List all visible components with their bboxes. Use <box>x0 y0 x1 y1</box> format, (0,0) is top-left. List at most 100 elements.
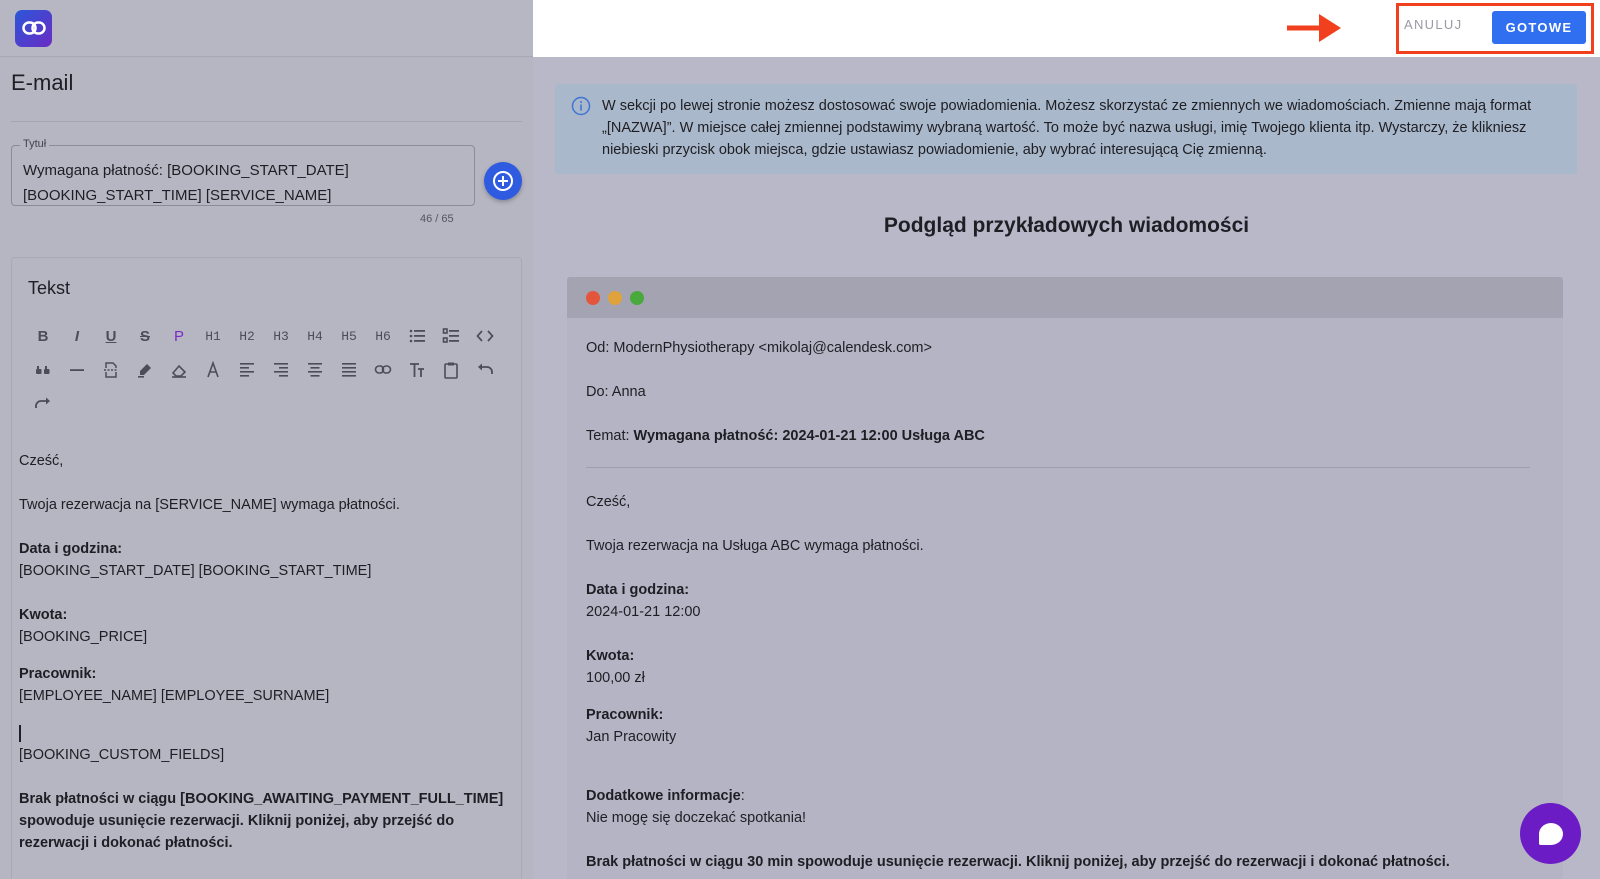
heading3-button[interactable]: H3 <box>264 322 298 350</box>
align-justify-button[interactable] <box>332 356 366 384</box>
numbered-list-icon <box>442 328 459 343</box>
divider <box>586 467 1530 468</box>
heading6-icon: H6 <box>375 328 391 344</box>
maximize-dot-icon <box>630 290 644 305</box>
heading4-icon: H4 <box>307 328 323 344</box>
message-editor[interactable]: Cześć, Twoja rezerwacja na [SERVICE_NAME… <box>19 450 514 854</box>
bold-button[interactable]: B <box>26 322 60 350</box>
extra-label: Dodatkowe informacje <box>586 788 741 804</box>
editor-line: [EMPLOYEE_NAME] [EMPLOYEE_SURNAME] <box>19 688 330 704</box>
link-button[interactable] <box>366 356 400 384</box>
email-line: 2024-01-21 12:00 <box>586 604 701 620</box>
font-size-icon <box>410 363 424 377</box>
bullet-list-button[interactable] <box>400 322 434 350</box>
paste-button[interactable] <box>434 356 468 384</box>
heading1-button[interactable]: H1 <box>196 322 230 350</box>
character-counter: 46 / 65 <box>420 213 454 225</box>
page-break-icon <box>104 362 118 378</box>
heading2-button[interactable]: H2 <box>230 322 264 350</box>
panel-title: E-mail <box>11 70 74 95</box>
heading5-button[interactable]: H5 <box>332 322 366 350</box>
email-line: Twoja rezerwacja na Usługa ABC wymaga pł… <box>586 538 924 554</box>
editor-line: Kwota: <box>19 607 68 623</box>
subject-label: Temat: <box>586 428 634 444</box>
arrow-right-icon <box>1287 14 1341 42</box>
toolbar-row <box>26 390 60 418</box>
editor-line: Cześć, <box>19 453 64 469</box>
app-header <box>0 0 533 57</box>
align-left-icon <box>240 363 254 377</box>
title-value-line: Wymagana płatność: [BOOKING_START_DATE] <box>23 162 349 179</box>
window-bar <box>567 277 1563 318</box>
title-field[interactable]: Tytuł Wymagana płatność: [BOOKING_START_… <box>11 138 475 208</box>
eraser-icon <box>171 364 187 378</box>
underline-button[interactable]: U <box>94 322 128 350</box>
email-from: Od: ModernPhysiotherapy <mikolaj@calende… <box>586 340 932 356</box>
code-button[interactable] <box>468 322 502 350</box>
heading2-icon: H2 <box>239 328 255 344</box>
minimize-dot-icon <box>608 290 622 305</box>
page-break-button[interactable] <box>94 356 128 384</box>
align-center-icon <box>308 363 322 377</box>
heading1-icon: H1 <box>205 328 221 344</box>
email-subject: Temat: Wymagana płatność: 2024-01-21 12:… <box>586 425 1546 447</box>
heading6-button[interactable]: H6 <box>366 322 400 350</box>
title-value-line: [BOOKING_START_TIME] [SERVICE_NAME] <box>23 187 332 204</box>
heading4-button[interactable]: H4 <box>298 322 332 350</box>
editor-panel: E-mail Tytuł Wymagana płatność: [BOOKING… <box>0 0 533 879</box>
email-line: 100,00 zł <box>586 670 645 686</box>
text-color-icon <box>207 361 219 378</box>
email-line: Brak płatności w ciągu 30 min spowoduje … <box>586 854 1450 870</box>
app-logo[interactable] <box>15 9 52 47</box>
align-center-button[interactable] <box>298 356 332 384</box>
italic-button[interactable]: I <box>60 322 94 350</box>
paragraph-button[interactable]: P <box>162 322 196 350</box>
text-cursor <box>19 725 21 742</box>
highlight-button[interactable] <box>128 356 162 384</box>
redo-button[interactable] <box>26 390 60 418</box>
strikethrough-button[interactable]: S <box>128 322 162 350</box>
align-left-button[interactable] <box>230 356 264 384</box>
horizontal-rule-button[interactable] <box>60 356 94 384</box>
email-body: Od: ModernPhysiotherapy <mikolaj@calende… <box>586 337 1546 873</box>
email-line: Kwota: <box>586 648 635 664</box>
add-variable-button[interactable] <box>484 162 522 200</box>
cancel-button[interactable]: ANULUJ <box>1404 17 1476 39</box>
numbered-list-button[interactable] <box>434 322 468 350</box>
undo-button[interactable] <box>468 356 502 384</box>
divider <box>11 121 522 122</box>
subject-value: Wymagana płatność: 2024-01-21 12:00 Usłu… <box>633 428 985 444</box>
code-icon <box>476 330 494 342</box>
undo-icon <box>478 363 493 374</box>
quote-icon <box>36 366 50 374</box>
title-field-value[interactable]: Wymagana płatność: [BOOKING_START_DATE] … <box>12 146 474 208</box>
email-preview-card: Od: ModernPhysiotherapy <mikolaj@calende… <box>567 277 1563 879</box>
clipboard-icon <box>444 362 458 379</box>
editor-line: Pracownik: <box>19 666 97 682</box>
chat-button[interactable] <box>1520 803 1581 864</box>
clear-format-button[interactable] <box>162 356 196 384</box>
email-to: Do: Anna <box>586 384 646 400</box>
editor-line: [BOOKING_START_DATE] [BOOKING_START_TIME… <box>19 563 372 579</box>
done-button[interactable]: GOTOWE <box>1492 11 1586 44</box>
strikethrough-icon: S <box>139 327 150 345</box>
text-heading: Tekst <box>28 278 71 298</box>
info-text: W sekcji po lewej stronie możesz dostoso… <box>602 98 1532 158</box>
align-right-button[interactable] <box>264 356 298 384</box>
info-icon <box>571 96 591 116</box>
blockquote-button[interactable] <box>26 356 60 384</box>
email-line: Data i godzina: <box>586 582 690 598</box>
font-size-button[interactable] <box>400 356 434 384</box>
editor-line: Brak płatności w ciągu [BOOKING_AWAITING… <box>19 791 504 851</box>
email-line: Cześć, <box>586 494 631 510</box>
editor-line: Twoja rezerwacja na [SERVICE_NAME] wymag… <box>19 497 400 513</box>
bullet-list-icon <box>409 329 425 343</box>
editor-line: [BOOKING_PRICE] <box>19 629 148 645</box>
info-banner: W sekcji po lewej stronie możesz dostoso… <box>555 84 1577 174</box>
email-line: Pracownik: <box>586 707 664 723</box>
toolbar-row: B I U S P H1 H2 H3 H4 H5 H6 <box>26 322 502 350</box>
text-color-button[interactable] <box>196 356 230 384</box>
email-line: Dodatkowe informacje: <box>586 785 1546 807</box>
plus-circle-icon <box>493 171 513 191</box>
close-dot-icon <box>586 290 600 305</box>
